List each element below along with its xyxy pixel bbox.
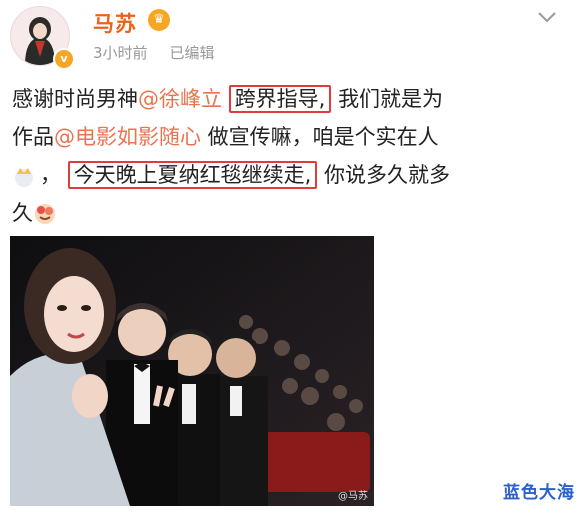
highlight-box-2: 今天晚上夏纳红毯继续走,	[67, 161, 318, 189]
verified-badge-icon: v	[53, 48, 75, 70]
highlight-box-1: 跨界指导,	[228, 85, 332, 113]
post-line-1: 感谢时尚男神@徐峰立 跨界指导, 我们就是为	[12, 85, 444, 113]
site-watermark: 蓝色大海	[503, 483, 575, 503]
username[interactable]: 马苏	[93, 8, 137, 38]
chevron-down-icon[interactable]	[536, 10, 558, 24]
edited-label[interactable]: 已编辑	[170, 44, 215, 62]
post-text: 感谢时尚男神@徐峰立 跨界指导, 我们就是为 作品@电影如影随心 做宣传嘛，咱是…	[12, 82, 572, 234]
post-time[interactable]: 3小时前	[93, 44, 148, 62]
crown-icon[interactable]: ♛	[148, 9, 170, 31]
post-line-3: ， 今天晚上夏纳红毯继续走, 你说多久就多	[12, 158, 572, 196]
flower-emoji-icon	[35, 204, 55, 224]
crown-emoji-icon	[15, 168, 33, 187]
post-line-2: 作品@电影如影随心 做宣传嘛，咱是个实在人	[12, 125, 439, 149]
weibo-post-card: v 马苏 ♛ 3小时前 已编辑 感谢时尚男神@徐峰立 跨界指导, 我们就是为 作品…	[0, 0, 582, 514]
mention-movie[interactable]: @电影如影随心	[54, 125, 201, 149]
post-photo[interactable]: @马苏	[10, 236, 374, 506]
photo-watermark: @马苏	[338, 491, 368, 502]
mention-xufengli[interactable]: @徐峰立	[138, 87, 222, 111]
post-line-4: 久	[12, 196, 572, 234]
post-meta: 3小时前 已编辑	[93, 42, 215, 63]
